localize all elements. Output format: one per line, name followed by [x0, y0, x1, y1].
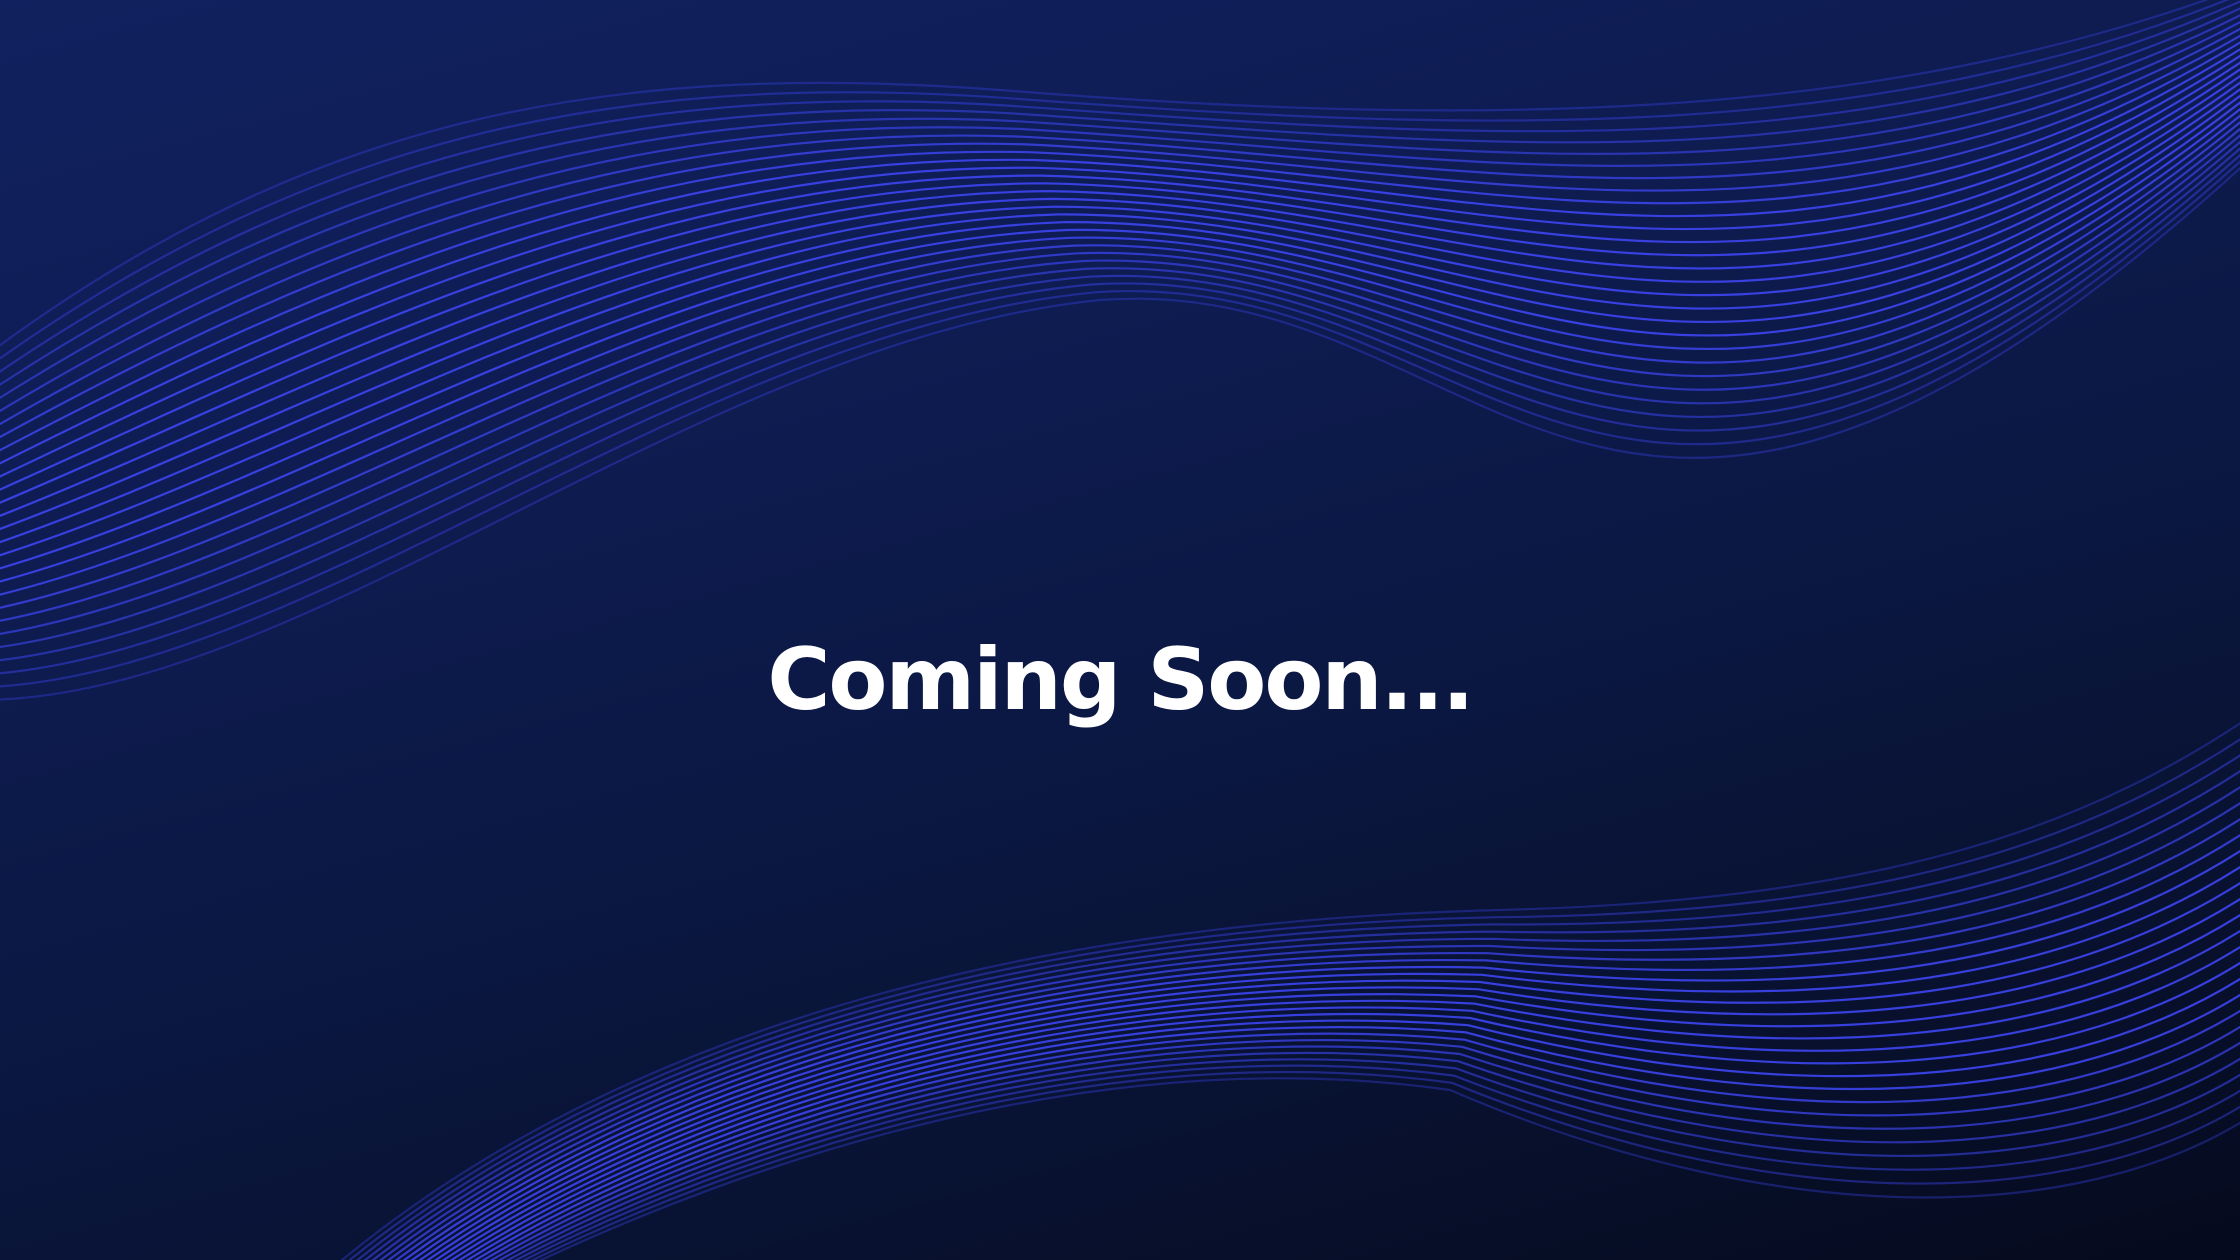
- top-wave-line: [0, 133, 2240, 635]
- bottom-wave-band: [340, 722, 2240, 1260]
- bottom-wave-line: [379, 801, 2240, 1260]
- coming-soon-headline: Coming Soon...: [767, 630, 1474, 730]
- bottom-wave-line: [465, 977, 2240, 1260]
- top-wave-line: [0, 166, 2240, 701]
- coming-soon-page: { "page": { "headline": "Coming Soon..."…: [0, 0, 2240, 1260]
- bottom-wave-line: [410, 865, 2240, 1260]
- top-wave-band: [0, 0, 2240, 701]
- bottom-wave-line: [473, 993, 2240, 1260]
- top-wave-line: [0, 87, 2240, 544]
- bottom-wave-line: [371, 785, 2240, 1260]
- top-wave-line: [0, 94, 2240, 557]
- top-wave-line: [0, 120, 2240, 609]
- top-wave-line: [0, 74, 2240, 517]
- top-wave-line: [0, 54, 2240, 478]
- bottom-wave-line: [348, 738, 2240, 1260]
- top-wave-line: [0, 127, 2240, 622]
- bottom-wave-line: [481, 1009, 2240, 1260]
